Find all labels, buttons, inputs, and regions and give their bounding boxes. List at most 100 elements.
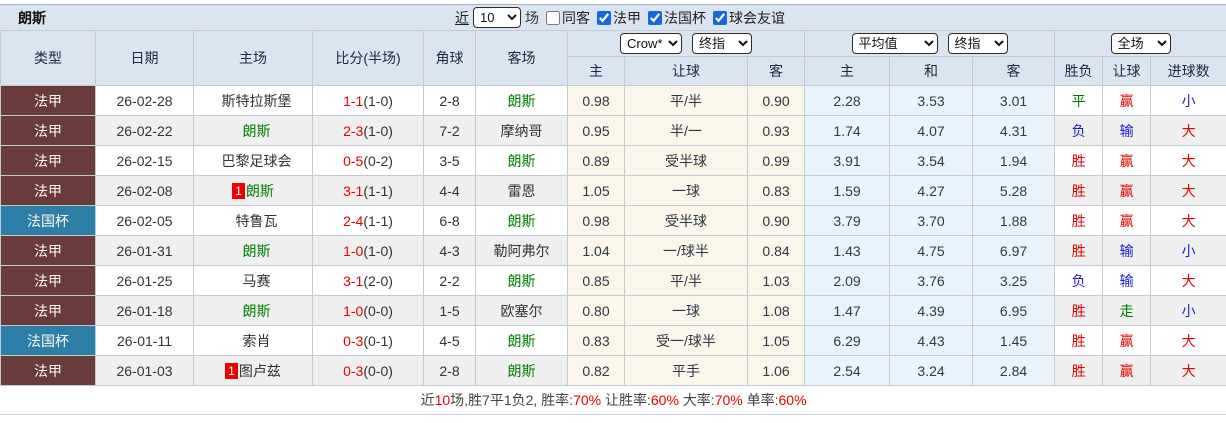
full-time-score: 0-3 xyxy=(343,333,363,349)
corners-cell: 7-2 xyxy=(424,116,476,146)
home-team-cell: 1朗斯 xyxy=(194,176,313,206)
scope-select[interactable]: 全场 xyxy=(1111,33,1171,54)
league-type-cell: 法甲 xyxy=(1,266,96,296)
home-team-cell: 朗斯 xyxy=(194,296,313,326)
eu-home-odds: 2.54 xyxy=(805,356,890,386)
corners-cell: 4-4 xyxy=(424,176,476,206)
home-team-name: 朗斯 xyxy=(243,303,271,319)
result-handicap: 输 xyxy=(1103,116,1151,146)
away-team-name: 朗斯 xyxy=(508,153,536,169)
corners-cell: 2-2 xyxy=(424,266,476,296)
asian-time-select[interactable]: 终指 xyxy=(692,33,752,54)
match-row: 法甲 26-02-08 1朗斯 3-1(1-1) 4-4 雷恩 1.05 一球 … xyxy=(1,176,1226,206)
result-outcome: 胜 xyxy=(1055,356,1103,386)
match-date: 26-01-25 xyxy=(96,266,194,296)
half-time-score: (1-0) xyxy=(363,93,393,109)
league-type-cell: 法甲 xyxy=(1,116,96,146)
ah-line: 一/球半 xyxy=(625,236,748,266)
ah-line: 平/半 xyxy=(625,86,748,116)
half-time-score: (1-1) xyxy=(363,183,393,199)
result-outcome: 胜 xyxy=(1055,206,1103,236)
ah-home-odds: 0.80 xyxy=(568,296,625,326)
summary-row: 近10场,胜7平1负2, 胜率:70% 让胜率:60% 大率:70% 单率:60… xyxy=(1,386,1226,414)
same-away-checkbox[interactable] xyxy=(546,11,560,25)
league-type-cell: 法甲 xyxy=(1,176,96,206)
match-date: 26-02-28 xyxy=(96,86,194,116)
filter-same-away: 同客 xyxy=(546,8,590,28)
result-handicap: 赢 xyxy=(1103,326,1151,356)
corners-cell: 4-5 xyxy=(424,326,476,356)
half-time-score: (1-1) xyxy=(363,213,393,229)
ah-away-odds: 1.06 xyxy=(748,356,805,386)
coupe-de-france-checkbox[interactable] xyxy=(648,11,662,25)
summary-segment: 大率: xyxy=(679,392,715,408)
eu-draw-odds: 3.53 xyxy=(890,86,973,116)
home-team-name: 索肖 xyxy=(243,333,271,349)
ah-away-odds: 0.90 xyxy=(748,206,805,236)
match-row: 法甲 26-02-15 巴黎足球会 0-5(0-2) 3-5 朗斯 0.89 受… xyxy=(1,146,1226,176)
corners-cell: 4-3 xyxy=(424,236,476,266)
euro-time-select[interactable]: 终指 xyxy=(948,33,1008,54)
eu-away-odds: 3.25 xyxy=(973,266,1055,296)
ah-away-odds: 1.05 xyxy=(748,326,805,356)
result-outcome: 胜 xyxy=(1055,326,1103,356)
summary-segment: 70% xyxy=(573,392,601,408)
eu-home-odds: 2.09 xyxy=(805,266,890,296)
result-goals: 小 xyxy=(1151,296,1226,326)
away-team-name: 欧塞尔 xyxy=(501,303,543,319)
ah-away-odds: 0.90 xyxy=(748,86,805,116)
eu-home-odds: 6.29 xyxy=(805,326,890,356)
euro-bookmaker-select[interactable]: 平均值 xyxy=(852,33,938,54)
asian-odds-selector-cell: Crow* 终指 xyxy=(568,31,805,57)
result-handicap: 赢 xyxy=(1103,146,1151,176)
score-cell: 3-1(1-1) xyxy=(313,176,424,206)
home-team-cell: 索肖 xyxy=(194,326,313,356)
away-team-name: 朗斯 xyxy=(508,363,536,379)
score-cell: 3-1(2-0) xyxy=(313,266,424,296)
full-time-score: 0-5 xyxy=(343,153,363,169)
eu-home-odds: 2.28 xyxy=(805,86,890,116)
eu-away-odds: 6.97 xyxy=(973,236,1055,266)
home-team-cell: 斯特拉斯堡 xyxy=(194,86,313,116)
result-outcome: 负 xyxy=(1055,266,1103,296)
eu-home-odds: 3.91 xyxy=(805,146,890,176)
score-cell: 2-3(1-0) xyxy=(313,116,424,146)
score-cell: 1-1(1-0) xyxy=(313,86,424,116)
col-header-handicap-result: 让球 xyxy=(1103,57,1151,86)
ah-home-odds: 1.04 xyxy=(568,236,625,266)
away-team-name: 朗斯 xyxy=(508,213,536,229)
result-goals: 大 xyxy=(1151,326,1226,356)
league-type-cell: 法甲 xyxy=(1,86,96,116)
result-handicap: 赢 xyxy=(1103,206,1151,236)
team-recent-matches-panel: 朗斯 近 10 场 同客法甲法国杯球会友谊 类型 日期 主场 比分(半场) 角球 xyxy=(0,4,1226,415)
ligue-1-label: 法甲 xyxy=(613,8,641,28)
ligue-1-checkbox[interactable] xyxy=(597,11,611,25)
eu-home-odds: 3.79 xyxy=(805,206,890,236)
corners-cell: 2-8 xyxy=(424,356,476,386)
filter-ligue-1: 法甲 xyxy=(597,8,641,28)
match-date: 26-01-11 xyxy=(96,326,194,356)
ah-home-odds: 0.95 xyxy=(568,116,625,146)
home-team-cell: 1图卢兹 xyxy=(194,356,313,386)
matches-table: 类型 日期 主场 比分(半场) 角球 客场 Crow* 终指 xyxy=(0,30,1226,414)
ah-line: 平/半 xyxy=(625,266,748,296)
match-row: 法甲 26-01-18 朗斯 1-0(0-0) 1-5 欧塞尔 0.80 一球 … xyxy=(1,296,1226,326)
recent-link[interactable]: 近 xyxy=(455,8,469,28)
match-date: 26-02-15 xyxy=(96,146,194,176)
ah-away-odds: 0.99 xyxy=(748,146,805,176)
result-goals: 大 xyxy=(1151,266,1226,296)
eu-draw-odds: 4.75 xyxy=(890,236,973,266)
asian-bookmaker-select[interactable]: Crow* xyxy=(620,33,682,54)
col-header-eu-draw: 和 xyxy=(890,57,973,86)
ah-away-odds: 1.03 xyxy=(748,266,805,296)
club-friendly-checkbox[interactable] xyxy=(713,11,727,25)
coupe-de-france-label: 法国杯 xyxy=(664,8,706,28)
away-team-name: 勒阿弗尔 xyxy=(494,243,550,259)
summary-segment: 60% xyxy=(779,392,807,408)
ah-line: 一球 xyxy=(625,296,748,326)
eu-away-odds: 1.94 xyxy=(973,146,1055,176)
eu-home-odds: 1.43 xyxy=(805,236,890,266)
ah-away-odds: 0.84 xyxy=(748,236,805,266)
score-cell: 1-0(0-0) xyxy=(313,296,424,326)
recent-count-select[interactable]: 10 xyxy=(473,7,521,28)
